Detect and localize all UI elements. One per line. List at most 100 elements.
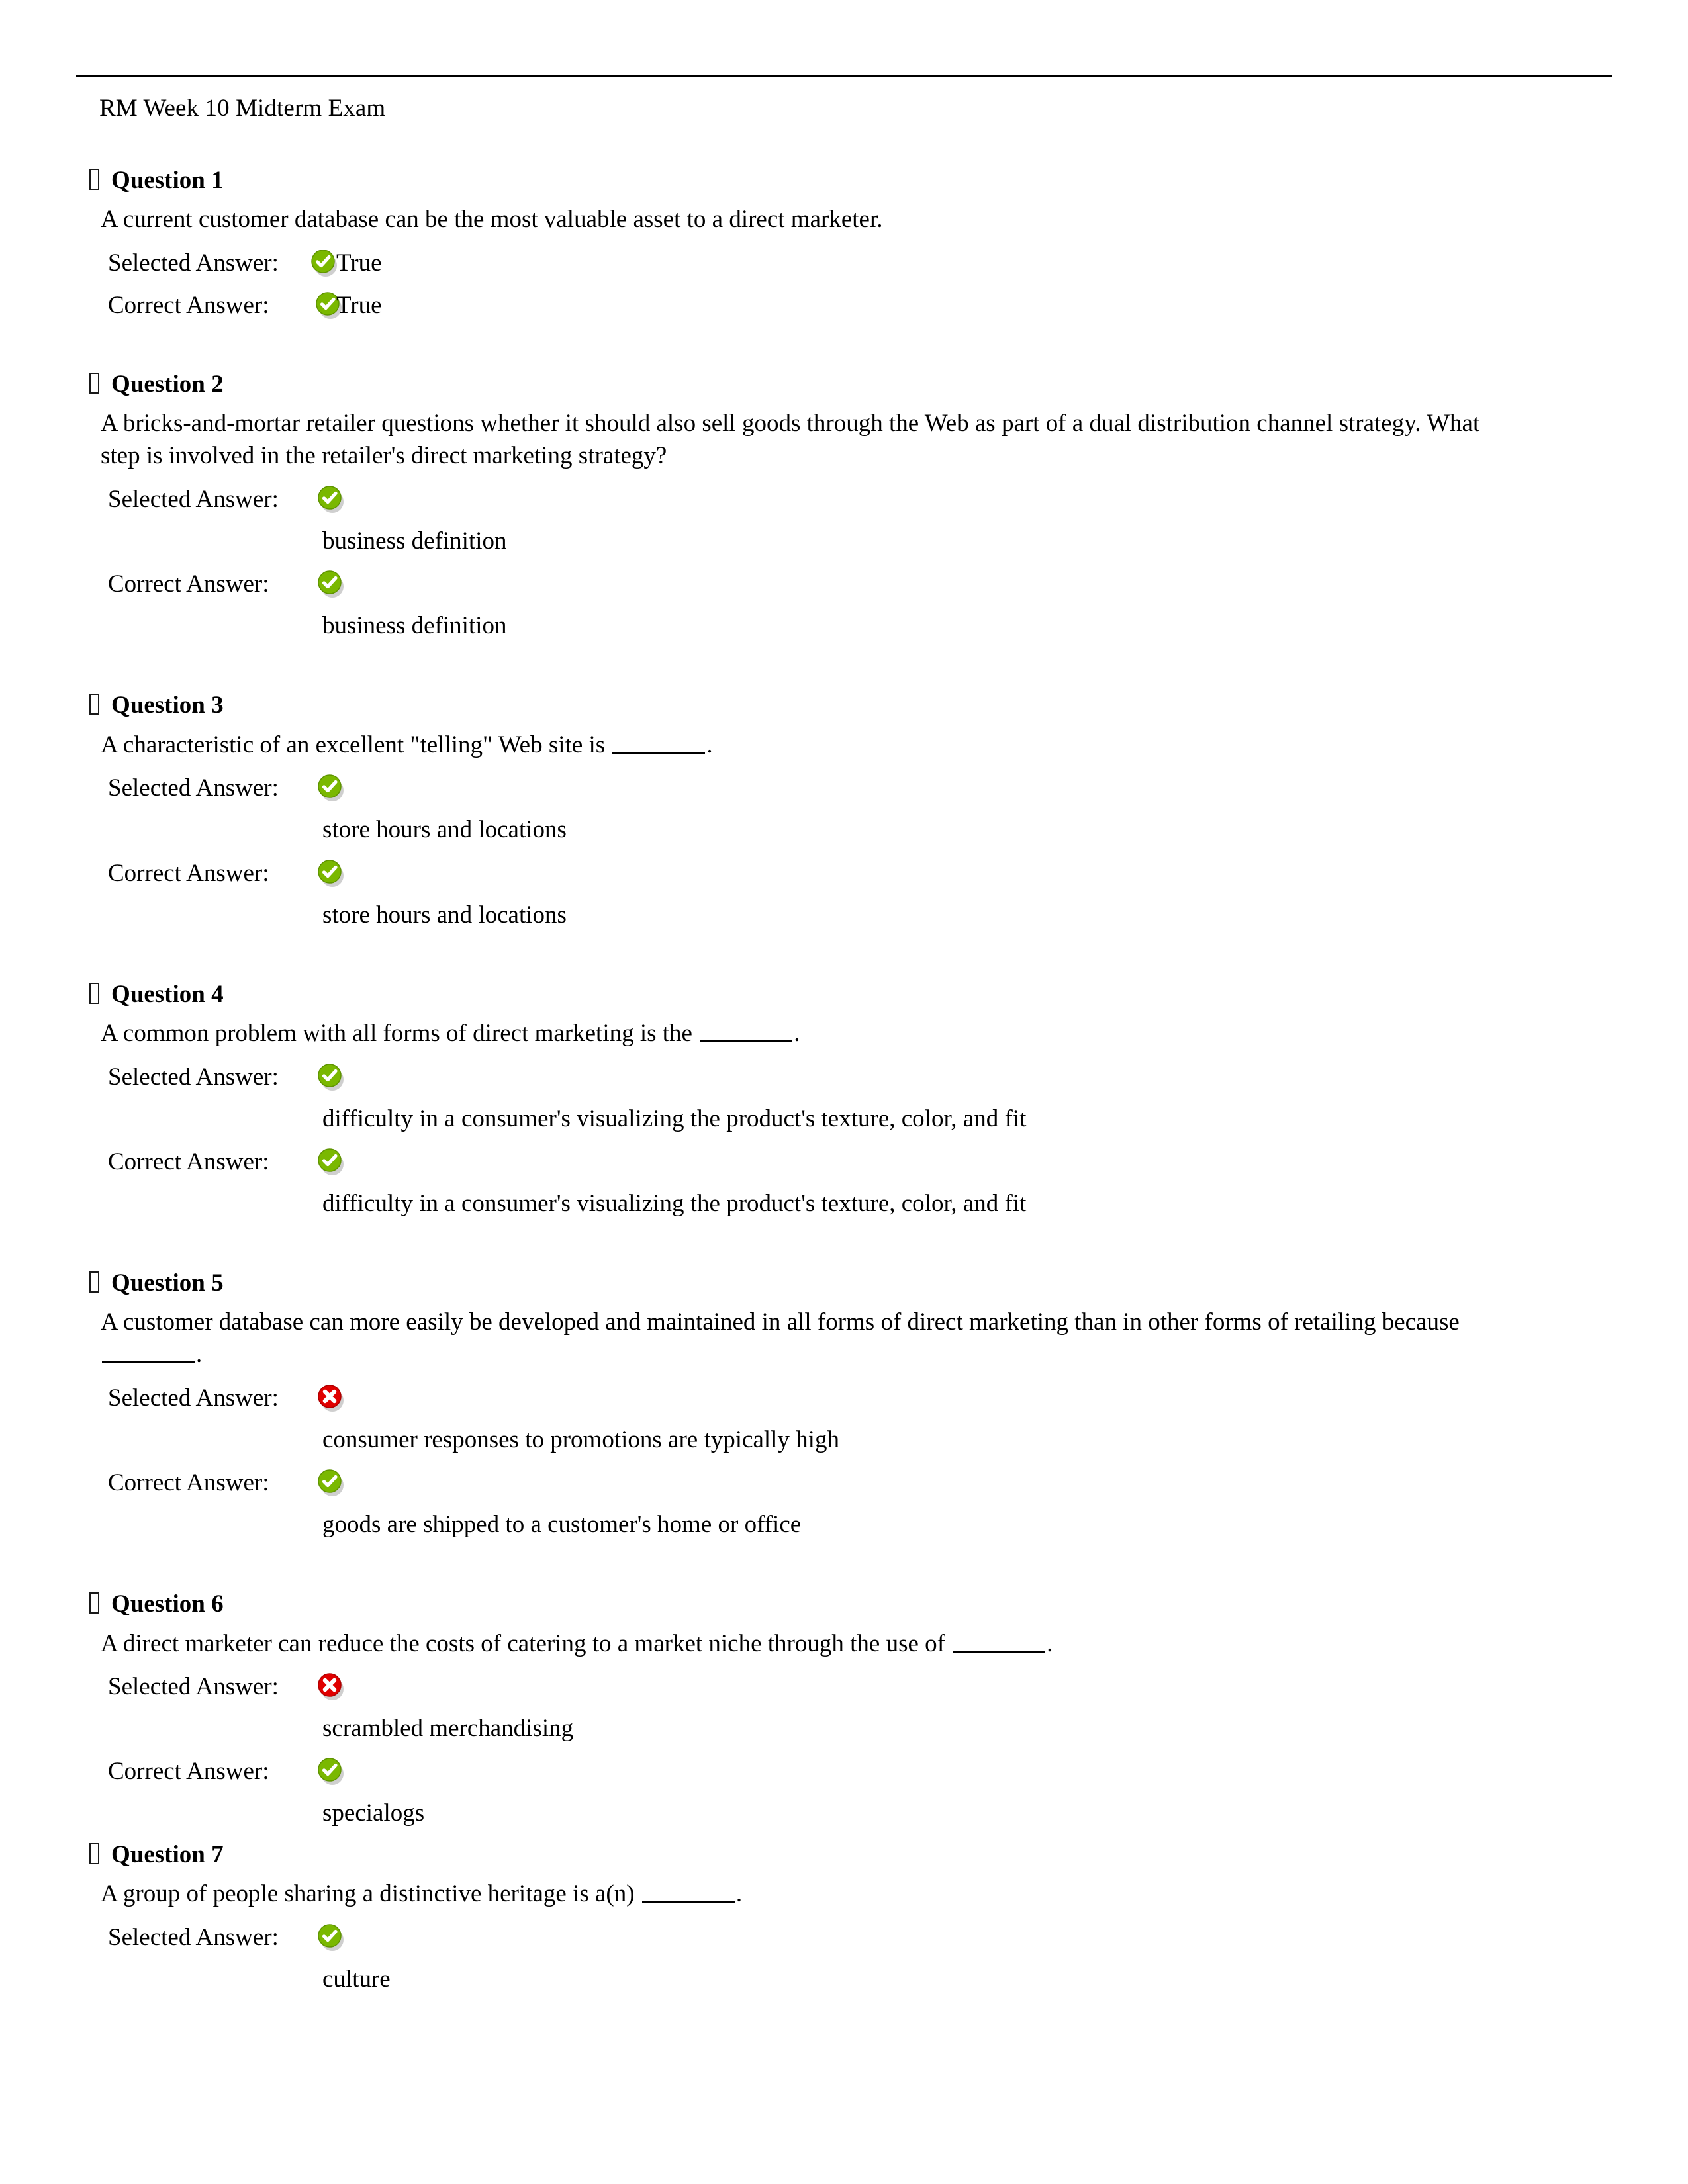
selected-answer-row: Selected Answer: bbox=[0, 1383, 1688, 1414]
green-check-circle-icon bbox=[318, 859, 344, 887]
selected-answer-value: scrambled merchandising bbox=[322, 1715, 574, 1743]
question-text-before: A customer database can more easily be d… bbox=[101, 1308, 1460, 1336]
question-text-before: A group of people sharing a distinctive … bbox=[101, 1880, 641, 1907]
correct-answer-value: goods are shipped to a customer's home o… bbox=[322, 1511, 802, 1539]
question-block: Question 1 A current customer database ca… bbox=[0, 165, 1688, 321]
selected-answer-status-icon bbox=[318, 1385, 344, 1414]
question-text-after: . bbox=[196, 1341, 203, 1369]
missing-glyph-box-icon bbox=[89, 982, 99, 1004]
question-heading: Question 5 bbox=[89, 1267, 1688, 1298]
selected-answer-row: Selected Answer: bbox=[0, 1923, 1688, 1953]
question-block: Question 7 A group of people sharing a di… bbox=[0, 1839, 1688, 1995]
question-text: A characteristic of an excellent "tellin… bbox=[101, 729, 1491, 762]
question-block: Question 6 A direct marketer can reduce t… bbox=[0, 1588, 1688, 1829]
selected-answer-label: Selected Answer: bbox=[108, 1384, 279, 1412]
page-title: RM Week 10 Midterm Exam bbox=[99, 95, 386, 122]
question-heading: Question 1 bbox=[89, 165, 1688, 196]
red-x-circle-icon bbox=[318, 1673, 344, 1701]
correct-answer-value: business definition bbox=[322, 612, 507, 640]
selected-answer-status-icon bbox=[318, 486, 344, 516]
selected-answer-row: Selected Answer: bbox=[0, 773, 1688, 803]
correct-answer-status-icon bbox=[318, 1148, 344, 1178]
correct-answer-label: Correct Answer: bbox=[108, 1469, 269, 1497]
selected-answer-status-icon bbox=[318, 1064, 344, 1093]
question-number: Question 4 bbox=[111, 980, 224, 1008]
green-check-circle-icon bbox=[311, 250, 338, 277]
selected-answer-row: Selected Answer: bbox=[0, 1672, 1688, 1702]
correct-answer-value: True bbox=[336, 292, 382, 320]
missing-glyph-box-icon bbox=[89, 1271, 99, 1293]
selected-answer-label: Selected Answer: bbox=[108, 1923, 279, 1951]
selected-answer-row: Selected Answer: bbox=[0, 484, 1688, 515]
selected-answer-label: Selected Answer: bbox=[108, 774, 279, 802]
question-heading: Question 6 bbox=[89, 1588, 1688, 1619]
selected-answer-label: Selected Answer: bbox=[108, 486, 279, 514]
green-check-circle-icon bbox=[318, 774, 344, 802]
selected-answer-value: difficulty in a consumer's visualizing t… bbox=[322, 1105, 1027, 1132]
question-heading: Question 4 bbox=[89, 979, 1688, 1010]
question-number: Question 5 bbox=[111, 1269, 224, 1297]
missing-glyph-box-icon bbox=[89, 1843, 99, 1864]
green-check-circle-icon bbox=[318, 1923, 344, 1951]
question-list: Question 1 A current customer database ca… bbox=[0, 125, 1688, 1995]
question-text-after: . bbox=[706, 731, 713, 758]
question-text: A common problem with all forms of direc… bbox=[101, 1018, 1491, 1050]
question-text-before: A direct marketer can reduce the costs o… bbox=[101, 1629, 952, 1657]
correct-answer-status-icon bbox=[318, 1469, 344, 1499]
document-body: RM Week 10 Midterm Exam Question 1 A curr… bbox=[0, 93, 1688, 1995]
question-number: Question 3 bbox=[111, 692, 224, 719]
selected-answer-value: store hours and locations bbox=[322, 816, 567, 844]
question-text-before: A common problem with all forms of direc… bbox=[101, 1019, 699, 1047]
correct-answer-row: Correct Answer: bbox=[0, 1756, 1688, 1787]
green-check-circle-icon bbox=[318, 570, 344, 598]
question-block: Question 3 A characteristic of an excelle… bbox=[0, 690, 1688, 931]
question-text: A customer database can more easily be d… bbox=[101, 1306, 1491, 1371]
question-heading: Question 2 bbox=[89, 369, 1688, 400]
question-number: Question 1 bbox=[111, 166, 224, 194]
question-block: Question 2 A bricks-and-mortar retailer q… bbox=[0, 369, 1688, 642]
question-text-after: . bbox=[735, 1880, 743, 1907]
question-text: A direct marketer can reduce the costs o… bbox=[101, 1628, 1491, 1661]
exam-results-page: RM Week 10 Midterm Exam Question 1 A curr… bbox=[0, 0, 1688, 2184]
correct-answer-label: Correct Answer: bbox=[108, 859, 269, 887]
correct-answer-row: Correct Answer: bbox=[0, 1147, 1688, 1177]
question-heading: Question 7 bbox=[89, 1839, 1688, 1870]
question-text: A current customer database can be the m… bbox=[101, 206, 883, 234]
correct-answer-value: specialogs bbox=[322, 1799, 425, 1827]
correct-answer-row: Correct Answer: bbox=[0, 569, 1688, 600]
selected-answer-row: Selected Answer: bbox=[0, 1062, 1688, 1093]
selected-answer-row: Selected Answer: True bbox=[0, 248, 1688, 279]
correct-answer-status-icon bbox=[318, 570, 344, 600]
question-block: Question 5 A customer database can more e… bbox=[0, 1267, 1688, 1541]
missing-glyph-box-icon bbox=[89, 694, 99, 715]
fill-in-blank bbox=[953, 1633, 1046, 1653]
green-check-circle-icon bbox=[318, 1758, 344, 1786]
correct-answer-row: Correct Answer: bbox=[0, 1468, 1688, 1498]
selected-answer-label: Selected Answer: bbox=[108, 250, 279, 277]
selected-answer-value: business definition bbox=[322, 527, 507, 555]
correct-answer-value: difficulty in a consumer's visualizing t… bbox=[322, 1189, 1027, 1217]
question-text-before: A characteristic of an excellent "tellin… bbox=[101, 731, 612, 758]
selected-answer-value: culture bbox=[322, 1965, 391, 1993]
question-number: Question 2 bbox=[111, 371, 224, 398]
green-check-circle-icon bbox=[318, 1064, 344, 1091]
fill-in-blank bbox=[102, 1344, 195, 1364]
correct-answer-row: Correct Answer: True bbox=[0, 291, 1688, 321]
fill-in-blank bbox=[641, 1884, 735, 1903]
selected-answer-status-icon bbox=[318, 1923, 344, 1954]
missing-glyph-box-icon bbox=[89, 373, 99, 394]
correct-answer-label: Correct Answer: bbox=[108, 1758, 269, 1786]
missing-glyph-box-icon bbox=[89, 168, 99, 190]
correct-answer-status-icon bbox=[318, 859, 344, 889]
header-rule bbox=[76, 75, 1612, 77]
question-number: Question 7 bbox=[111, 1841, 224, 1868]
question-block: Question 4 A common problem with all form… bbox=[0, 979, 1688, 1220]
correct-answer-row: Correct Answer: bbox=[0, 858, 1688, 889]
green-check-circle-icon bbox=[318, 486, 344, 514]
correct-answer-value: store hours and locations bbox=[322, 901, 567, 929]
selected-answer-status-icon bbox=[318, 1673, 344, 1703]
green-check-circle-icon bbox=[318, 1148, 344, 1175]
question-number: Question 6 bbox=[111, 1590, 224, 1618]
correct-answer-label: Correct Answer: bbox=[108, 292, 269, 320]
selected-answer-label: Selected Answer: bbox=[108, 1063, 279, 1091]
